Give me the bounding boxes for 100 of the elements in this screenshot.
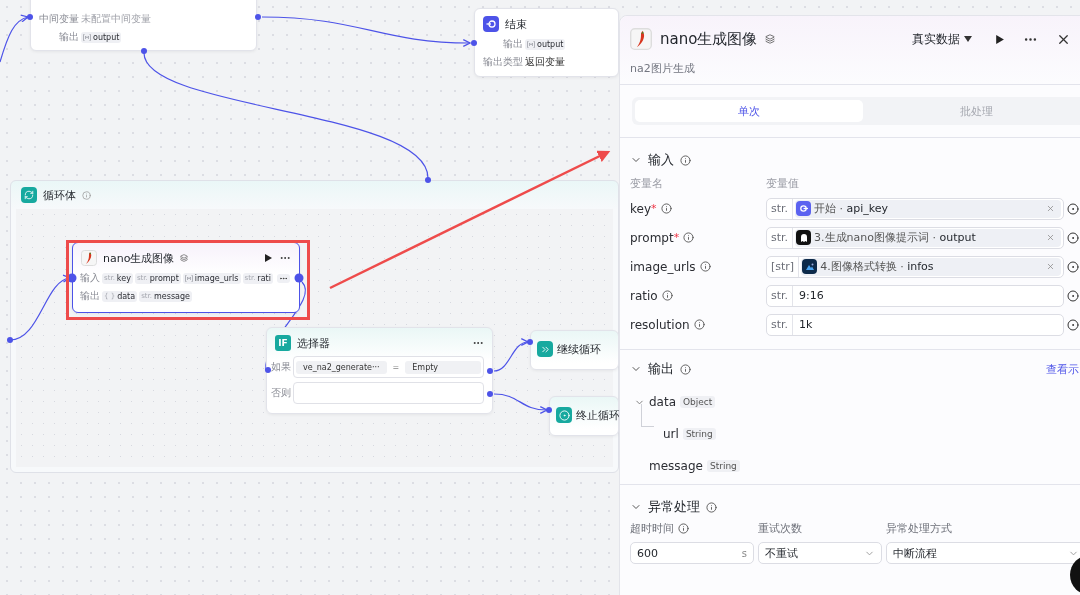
info-icon[interactable] xyxy=(680,363,691,375)
connection-handle[interactable] xyxy=(487,391,493,397)
mode-dropdown[interactable]: 真实数据 xyxy=(912,30,972,48)
node-title: 循环体 xyxy=(43,187,76,203)
variable-name: image_urls xyxy=(630,259,696,274)
field-value: 返回变量 xyxy=(525,55,565,69)
reference-label: 开始 · api_key xyxy=(814,201,889,216)
info-icon[interactable] xyxy=(661,290,673,301)
select-field[interactable]: 中断流程 xyxy=(886,542,1080,564)
info-icon[interactable] xyxy=(660,203,672,214)
mode-tab[interactable]: 单次 xyxy=(635,100,863,122)
connection-handle[interactable] xyxy=(487,368,493,374)
target-icon[interactable] xyxy=(1067,260,1079,273)
output-field-name: message xyxy=(649,459,703,473)
reference-label: 3.生成nano图像提示词 · output xyxy=(814,230,976,245)
else-field[interactable] xyxy=(293,382,484,404)
column-header: 变量名 xyxy=(630,175,663,191)
connector-line xyxy=(0,15,29,63)
section-title: 输出 xyxy=(648,360,674,378)
type-tag: Object xyxy=(680,396,716,408)
connection-handle[interactable] xyxy=(527,339,533,345)
type-label: str. xyxy=(767,198,794,219)
field-label: 输出类型 xyxy=(482,55,523,69)
view-example-link[interactable]: 查看示 xyxy=(1046,361,1079,377)
field-value: 9:16 xyxy=(798,289,825,302)
caret-icon xyxy=(964,36,972,42)
input-field[interactable]: 600 s xyxy=(630,542,754,564)
value-field[interactable]: str. 9:16 xyxy=(766,284,1064,307)
type-label: [str] xyxy=(767,256,800,277)
connector-line xyxy=(493,339,529,372)
connection-handle[interactable] xyxy=(471,40,477,46)
field-label: 超时时间 xyxy=(630,520,674,536)
workflow-node[interactable]: 中间变量 未配置中间变量 输出 output xyxy=(30,0,257,51)
type-label: str. xyxy=(767,227,794,248)
value-field[interactable]: str. 开始 · api_key xyxy=(766,197,1064,220)
play-icon[interactable] xyxy=(263,253,273,263)
connection-handle[interactable] xyxy=(265,367,271,373)
value-field[interactable]: [str] 4.图像格式转换 · infos xyxy=(766,255,1064,278)
play-icon[interactable] xyxy=(994,33,1005,45)
loop-icon xyxy=(21,187,37,203)
tree-connector xyxy=(641,404,654,427)
connection-handle[interactable] xyxy=(27,14,33,20)
reference-label: 4.图像格式转换 · infos xyxy=(820,259,934,274)
select-field[interactable]: 不重试 xyxy=(758,542,882,564)
node-title: 选择器 xyxy=(297,335,330,351)
variable-name: resolution xyxy=(630,317,690,332)
node-description: na2图片生成 xyxy=(630,61,696,76)
variable-name: output xyxy=(93,32,120,42)
stop-icon xyxy=(556,407,572,423)
target-icon[interactable] xyxy=(1067,231,1079,244)
variable-name: key xyxy=(630,201,651,216)
array-icon xyxy=(83,33,91,41)
selector-node[interactable]: IF 选择器 如果 ve_na2_generate··· = Empty 否则 xyxy=(266,327,493,414)
ghost-icon xyxy=(796,230,812,245)
connection-handle[interactable] xyxy=(546,407,552,413)
if-badge: IF xyxy=(275,335,291,351)
connection-handle[interactable] xyxy=(255,14,261,20)
connection-handle[interactable] xyxy=(7,337,13,343)
more-button[interactable] xyxy=(276,273,290,283)
array-icon xyxy=(184,274,193,282)
panel-title: nano生成图像 xyxy=(660,29,758,49)
condition-field[interactable]: ve_na2_generate··· = Empty xyxy=(293,356,484,378)
connection-handle[interactable] xyxy=(67,273,77,283)
column-header: 变量值 xyxy=(766,175,799,191)
loop-control-node[interactable]: 终止循环 xyxy=(549,396,619,436)
info-icon[interactable] xyxy=(693,319,705,330)
variable-name: prompt xyxy=(630,230,674,245)
target-icon[interactable] xyxy=(1067,289,1079,302)
value-field[interactable]: str. 3.生成nano图像提示词 · output xyxy=(766,226,1064,249)
type-tag: String xyxy=(682,428,716,440)
info-icon[interactable] xyxy=(683,232,695,243)
value-field[interactable]: str. 1k xyxy=(766,313,1064,336)
type-tag: String xyxy=(706,460,740,472)
field-value: 1k xyxy=(798,318,814,331)
connection-handle[interactable] xyxy=(294,273,304,283)
connection-handle[interactable] xyxy=(425,177,431,183)
field-label: 如果 xyxy=(270,360,291,374)
info-icon[interactable] xyxy=(706,501,717,513)
layers-icon xyxy=(180,254,189,262)
condition-variable: ve_na2_generate··· xyxy=(296,360,387,374)
output-field-name: data xyxy=(649,395,677,409)
condition-operator: = xyxy=(392,362,400,372)
info-icon[interactable] xyxy=(699,261,711,272)
field-label: 输入 xyxy=(79,271,100,285)
end-node[interactable]: 结束 输出 output 输出类型 返回变量 xyxy=(474,8,619,77)
node-title: 终止循环 xyxy=(576,407,620,423)
target-icon[interactable] xyxy=(1067,318,1079,331)
array-icon xyxy=(527,40,535,48)
connection-handle[interactable] xyxy=(141,48,147,54)
required-mark: * xyxy=(651,202,657,215)
info-icon[interactable] xyxy=(678,522,689,534)
image-icon xyxy=(802,259,818,274)
exit-icon xyxy=(483,16,499,32)
variable-name: image_urls xyxy=(194,273,239,283)
info-icon[interactable] xyxy=(680,154,691,166)
required-mark: * xyxy=(673,231,680,244)
loop-control-node[interactable]: 继续循环 xyxy=(530,330,619,370)
variable-name: prompt xyxy=(149,273,179,283)
field-label: 异常处理方式 xyxy=(886,520,952,536)
target-icon[interactable] xyxy=(1067,202,1079,215)
